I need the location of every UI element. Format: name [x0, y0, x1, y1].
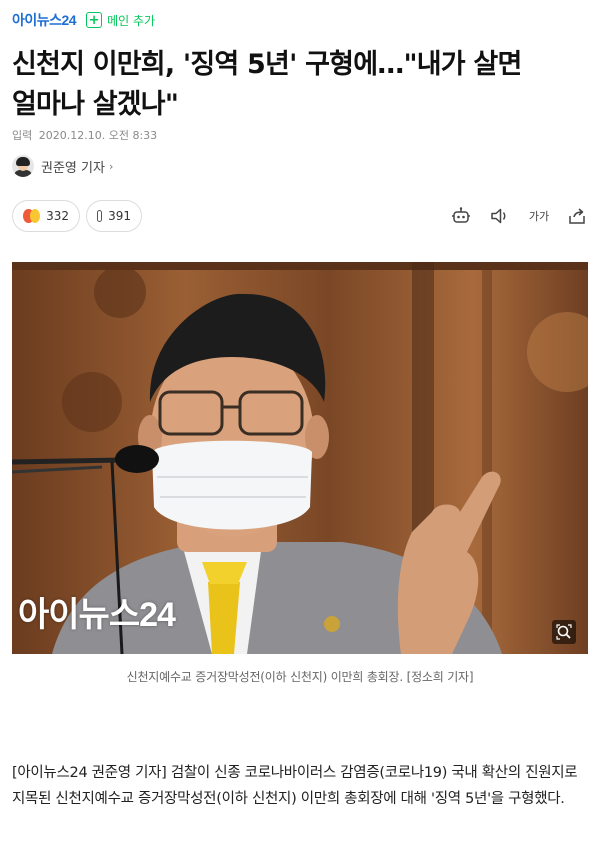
reaction-button[interactable]: 332 [12, 200, 80, 232]
article-date: 입력 2020.12.10. 오전 8:33 [12, 127, 160, 143]
reaction-count: 332 [46, 209, 69, 223]
avatar-icon [12, 155, 34, 177]
main-add-button[interactable]: 메인 추가 [107, 12, 155, 29]
article-headline: 신천지 이만희, '징역 5년' 구형에…"내가 살면 얼마나 살겠나" [12, 49, 522, 120]
chevron-right-icon: › [108, 159, 114, 173]
font-size-icon[interactable]: 가가 [527, 206, 551, 226]
zoom-icon[interactable] [552, 620, 576, 644]
reporter-link[interactable]: 권준영 기자 › [12, 155, 113, 177]
plus-icon[interactable]: + [86, 12, 103, 28]
photo-watermark: 아이뉴스24 [18, 596, 176, 634]
article-photo[interactable]: 아이뉴스24 [12, 262, 588, 654]
date-label: 입력 [12, 129, 33, 142]
robot-icon[interactable] [450, 206, 472, 226]
share-icon[interactable] [566, 206, 588, 226]
comment-icon [97, 210, 103, 222]
press-logo[interactable]: 아이뉴스24 [12, 10, 77, 30]
reporter-name: 권준영 기자 [41, 160, 105, 176]
comment-button[interactable]: 391 [86, 200, 142, 232]
happy-emoji-icon [29, 209, 41, 223]
comment-count: 391 [108, 209, 131, 223]
article-body: [아이뉴스24 권준영 기자] 검찰이 신종 코로나바이러스 감염증(코로나19… [12, 765, 578, 807]
top-bar: 아이뉴스24 + 메인 추가 [12, 10, 155, 30]
photo-caption: 신천지예수교 증거장막성전(이하 신천지) 이만희 총회장. [정소희 기자] [126, 670, 474, 684]
speaker-icon[interactable] [489, 206, 511, 226]
date-value: 2020.12.10. 오전 8:33 [38, 129, 158, 142]
